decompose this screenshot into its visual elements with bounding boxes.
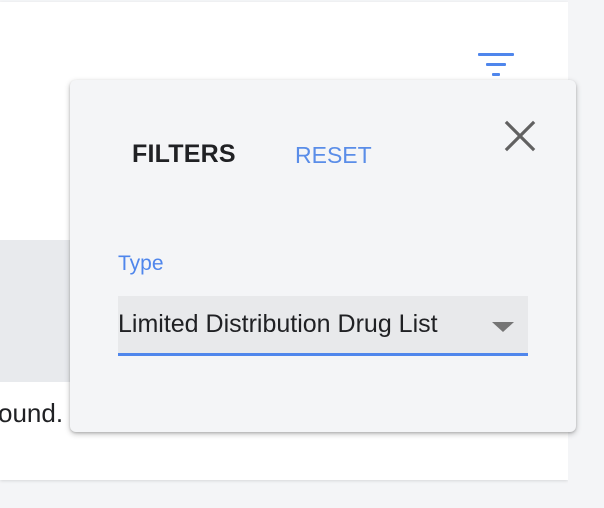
close-icon-glyph xyxy=(504,120,536,152)
type-select[interactable]: Limited Distribution Drug List xyxy=(118,296,528,356)
reset-button[interactable]: RESET xyxy=(295,142,372,169)
filter-icon-line-top xyxy=(478,53,514,56)
close-icon[interactable] xyxy=(502,118,538,154)
filter-icon[interactable] xyxy=(476,50,516,80)
arrow-drop-down-icon[interactable] xyxy=(492,322,514,332)
filter-icon-line-bottom xyxy=(492,73,500,76)
filters-panel: FILTERS RESET Type Limited Distribution … xyxy=(70,80,576,432)
type-filter-label: Type xyxy=(118,252,164,275)
page: ound. FILTERS RESET Type Limited Distrib… xyxy=(0,0,604,508)
filter-icon-line-middle xyxy=(486,63,506,66)
type-select-value: Limited Distribution Drug List xyxy=(118,310,438,338)
table-header-band xyxy=(0,240,80,382)
no-results-message: ound. xyxy=(0,398,64,428)
filters-title: FILTERS xyxy=(132,140,236,168)
